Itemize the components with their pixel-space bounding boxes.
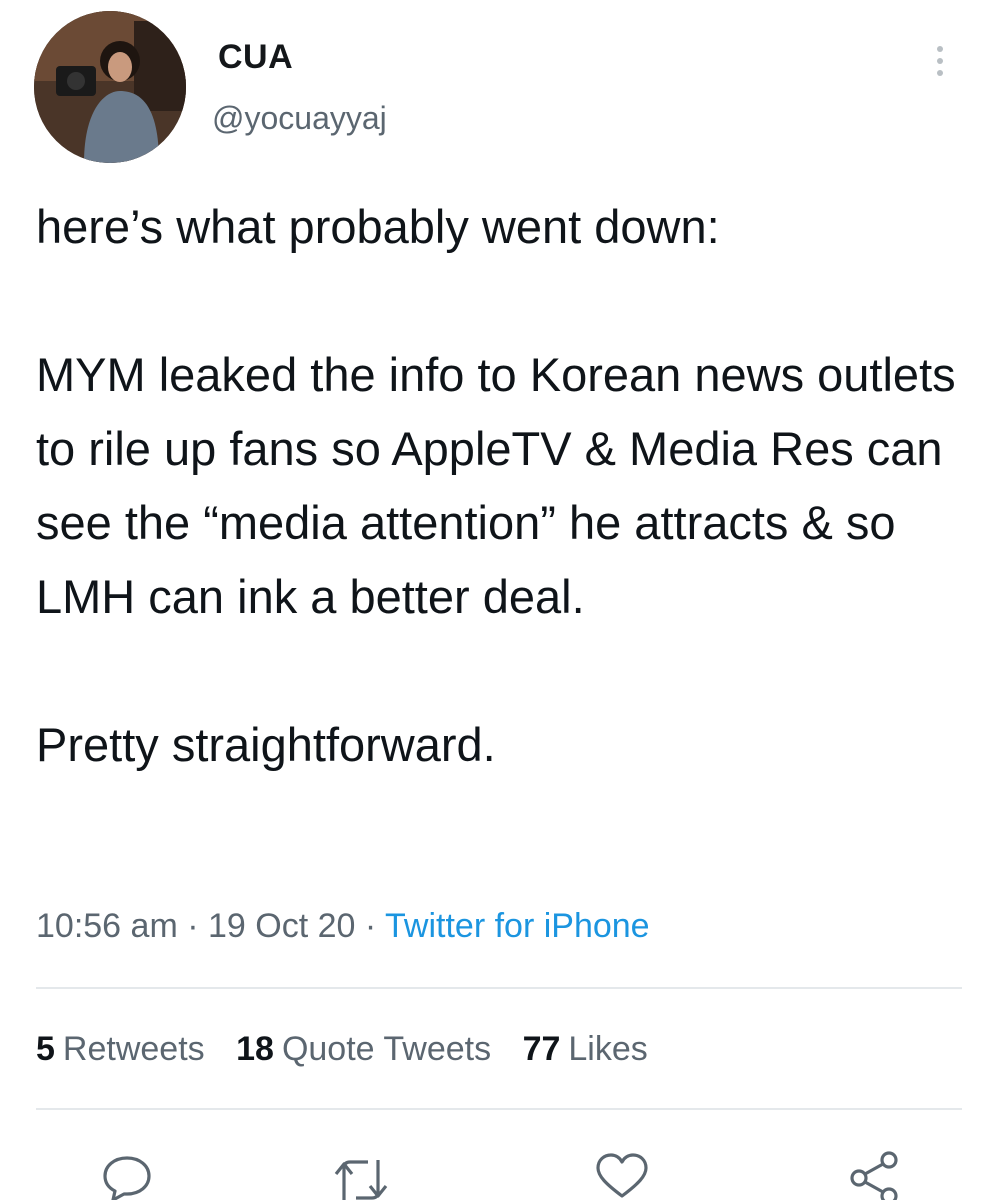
more-vertical-icon[interactable]: [920, 36, 960, 86]
retweets-label: Retweets: [62, 1030, 205, 1068]
author-display-name[interactable]: CUA: [218, 38, 293, 77]
quote-tweets-label: Quote Tweets: [281, 1030, 492, 1068]
quote-tweets-count: 18: [236, 1030, 274, 1068]
retweets-stat[interactable]: 5 Retweets: [36, 1030, 205, 1068]
reply-icon[interactable]: [97, 1150, 157, 1200]
meta-separator: ·: [177, 907, 208, 945]
tweet-time: 10:56 am: [36, 907, 178, 945]
tweet-stats: 5 Retweets 18 Quote Tweets 77 Likes: [36, 1030, 670, 1069]
share-icon[interactable]: [845, 1150, 905, 1200]
retweets-count: 5: [36, 1030, 55, 1068]
avatar[interactable]: [34, 11, 186, 163]
likes-label: Likes: [568, 1030, 648, 1068]
tweet-source-link[interactable]: Twitter for iPhone: [385, 907, 650, 945]
quote-tweets-stat[interactable]: 18 Quote Tweets: [236, 1030, 491, 1068]
tweet-meta: 10:56 am · 19 Oct 20 · Twitter for iPhon…: [36, 907, 650, 946]
retweet-icon[interactable]: [332, 1150, 392, 1200]
author-handle[interactable]: @yocuayyaj: [212, 100, 387, 137]
divider: [36, 987, 962, 989]
tweet-date[interactable]: 19 Oct 20: [208, 907, 355, 945]
likes-count: 77: [522, 1030, 561, 1068]
action-bar: [0, 1150, 997, 1200]
divider: [36, 1108, 962, 1110]
tweet-text: here’s what probably went down: MYM leak…: [36, 200, 956, 771]
likes-stat[interactable]: 77 Likes: [523, 1030, 648, 1068]
meta-separator: ·: [355, 907, 386, 945]
heart-icon[interactable]: [592, 1150, 652, 1200]
